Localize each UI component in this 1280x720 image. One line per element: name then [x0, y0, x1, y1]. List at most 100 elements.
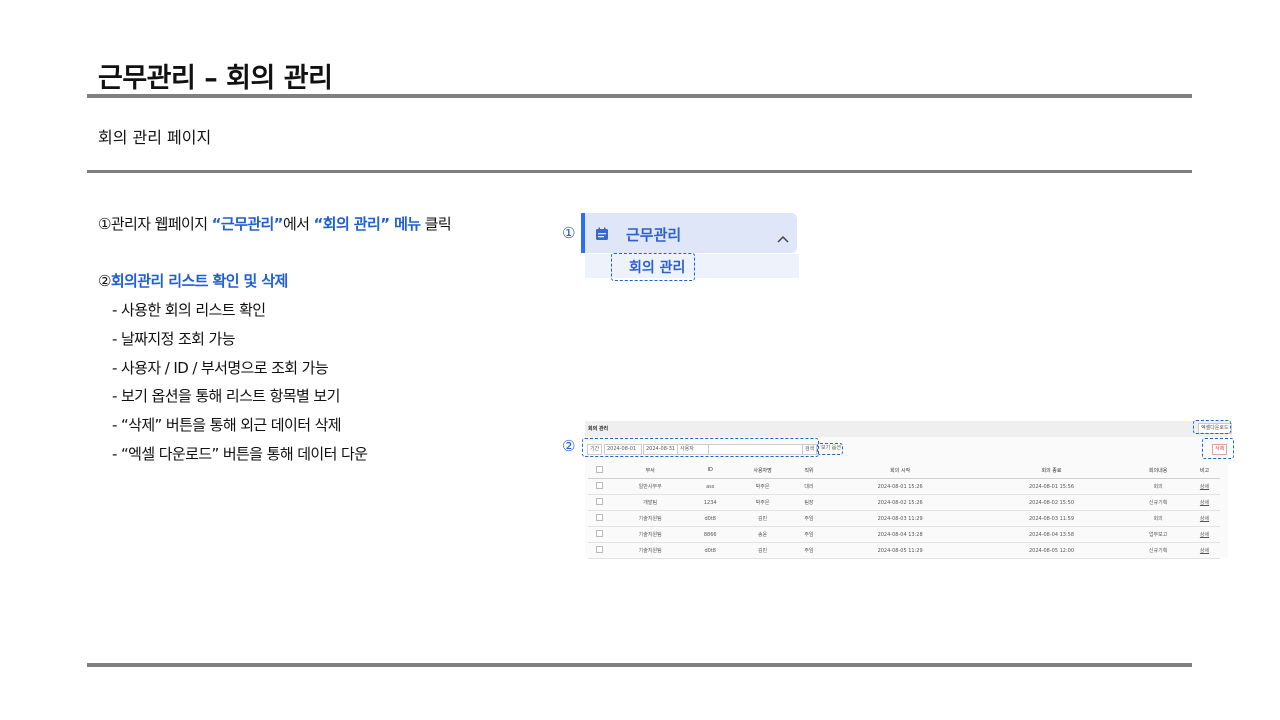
cell-user: 박주은: [731, 478, 794, 495]
cell-rank: 주임: [793, 542, 825, 559]
sidebar-menu-work-management[interactable]: [581, 213, 797, 253]
row-checkbox[interactable]: [588, 526, 612, 543]
step-2-bullet: - “엑셀 다운로드” 버튼을 통해 데이터 다운: [112, 445, 368, 463]
cell-end: 2024-08-03 11:59: [975, 510, 1128, 527]
date-to-input[interactable]: 2024-08-31: [643, 444, 681, 455]
date-from-input[interactable]: 2024-08-01: [604, 444, 642, 455]
cell-detail-link[interactable]: 상세: [1189, 510, 1220, 527]
search-field-select[interactable]: 사용자: [677, 444, 711, 455]
cell-dept: 기술지원팀: [611, 526, 689, 543]
menu-marker: ①: [562, 224, 576, 242]
step-1-highlight-submenu: “회의 관리” 메뉴: [313, 215, 422, 233]
cell-dept: 개발팀: [611, 494, 689, 511]
cell-detail-link[interactable]: 상세: [1189, 494, 1220, 511]
step-2-bullet: - 사용한 회의 리스트 확인: [112, 301, 266, 319]
filter-type-select[interactable]: 기간: [587, 444, 603, 455]
cell-start: 2024-08-05 11:29: [824, 542, 976, 559]
search-button[interactable]: 검색: [802, 444, 818, 455]
step-2-bullet: - 보기 옵션을 통해 리스트 항목별 보기: [112, 387, 340, 405]
select-all-checkbox[interactable]: [588, 462, 612, 479]
title-divider: [87, 94, 1192, 98]
cell-end: 2024-08-01 15:56: [975, 478, 1128, 495]
cell-user: 김민: [731, 542, 794, 559]
cell-start: 2024-08-03 11:29: [824, 510, 976, 527]
cell-id: 1234: [688, 494, 732, 511]
cell-detail-link[interactable]: 상세: [1189, 526, 1220, 543]
column-header: 회의 종료: [975, 462, 1128, 479]
table-header-row: 부서 ID 사용자명 직위 회의 시작 회의 종료 회의내용 비고: [588, 462, 1220, 479]
cell-end: 2024-08-02 15:50: [975, 494, 1128, 511]
column-header: 회의내용: [1127, 462, 1190, 479]
cell-content: 신규기획: [1127, 494, 1190, 511]
table-row: 기술지원팀 d0t8 김민 주임 2024-08-03 11:29 2024-0…: [588, 510, 1220, 527]
column-header: 회의 시작: [824, 462, 976, 479]
cell-id: 8866: [688, 526, 732, 543]
cell-rank: 팀장: [793, 494, 825, 511]
table-row: 기술지원팀 d0t8 김민 주임 2024-08-05 11:29 2024-0…: [588, 542, 1220, 559]
table-row: 기술지원팀 8866 송윤 주임 2024-08-04 13:28 2024-0…: [588, 526, 1220, 543]
cell-id: ass: [688, 478, 732, 495]
chevron-up-icon[interactable]: [777, 228, 789, 247]
cell-end: 2024-08-04 13:58: [975, 526, 1128, 543]
list-marker: ②: [562, 437, 576, 455]
column-header: 부서: [611, 462, 689, 479]
cell-dept: 기술지원팀: [611, 510, 689, 527]
cell-rank: 주임: [793, 510, 825, 527]
menu-active-indicator: [581, 213, 585, 253]
cell-start: 2024-08-04 13:28: [824, 526, 976, 543]
step-1-number: ①: [98, 215, 111, 233]
step-2-bullet: - 날짜지정 조회 가능: [112, 330, 236, 348]
cell-content: 업무보고: [1127, 526, 1190, 543]
cell-id: d0t8: [688, 510, 732, 527]
excel-button-highlight: [1193, 420, 1231, 434]
subtitle-divider: [87, 170, 1192, 173]
meeting-list-table: 부서 ID 사용자명 직위 회의 시작 회의 종료 회의내용 비고 일반사무부 …: [588, 462, 1220, 559]
cell-dept: 일반사무부: [611, 478, 689, 495]
cell-user: 김민: [731, 510, 794, 527]
cell-start: 2024-08-01 15:26: [824, 478, 976, 495]
cell-content: 회의: [1127, 478, 1190, 495]
step-2-bullet: - “삭제” 버튼을 통해 외근 데이터 삭제: [112, 416, 342, 434]
step-1-post: 클릭: [420, 215, 452, 233]
calendar-icon: [595, 226, 609, 245]
column-header: 사용자명: [731, 462, 794, 479]
cell-content: 회의: [1127, 510, 1190, 527]
search-keyword-input[interactable]: [708, 444, 804, 455]
row-checkbox[interactable]: [588, 542, 612, 559]
delete-button-highlight: [1202, 438, 1234, 459]
cell-rank: 주임: [793, 526, 825, 543]
footer-divider: [87, 663, 1192, 667]
step-1-mid: 에서: [282, 215, 314, 233]
submenu-item-meeting-management[interactable]: 회의 관리: [629, 257, 685, 277]
menu-label-work-management: 근무관리: [626, 226, 682, 244]
cell-content: 신규기획: [1127, 542, 1190, 559]
column-header: ID: [688, 462, 732, 479]
page-title: 근무관리 – 회의 관리: [98, 63, 333, 94]
column-header: 직위: [793, 462, 825, 479]
step-2: ②회의관리 리스트 확인 및 삭제: [98, 270, 288, 291]
table-row: 일반사무부 ass 박주은 대리 2024-08-01 15:26 2024-0…: [588, 478, 1220, 495]
list-panel-header: [585, 421, 1228, 437]
step-2-label: 회의관리 리스트 확인 및 삭제: [110, 272, 288, 290]
row-checkbox[interactable]: [588, 478, 612, 495]
step-2-bullet: - 사용자 / ID / 부서명으로 조회 가능: [112, 359, 329, 377]
cell-user: 박주은: [731, 494, 794, 511]
step-1-pre: 관리자 웹페이지: [110, 215, 212, 233]
cell-user: 송윤: [731, 526, 794, 543]
row-checkbox[interactable]: [588, 494, 612, 511]
cell-id: d0t8: [688, 542, 732, 559]
row-checkbox[interactable]: [588, 510, 612, 527]
column-header: 비고: [1189, 462, 1220, 479]
step-2-number: ②: [98, 272, 111, 290]
cell-dept: 기술지원팀: [611, 542, 689, 559]
table-row: 개발팀 1234 박주은 팀장 2024-08-02 15:26 2024-08…: [588, 494, 1220, 511]
cell-detail-link[interactable]: 상세: [1189, 478, 1220, 495]
step-1: ①관리자 웹페이지 “근무관리”에서 “회의 관리” 메뉴 클릭: [98, 213, 452, 234]
cell-detail-link[interactable]: 상세: [1189, 542, 1220, 559]
view-option-button[interactable]: 보기 옵션: [819, 444, 843, 453]
list-panel-heading: 회의 관리: [588, 426, 609, 432]
cell-rank: 대리: [793, 478, 825, 495]
page-subtitle: 회의 관리 페이지: [98, 128, 212, 147]
step-1-highlight-menu: “근무관리”: [211, 215, 284, 233]
cell-end: 2024-08-05 12:00: [975, 542, 1128, 559]
